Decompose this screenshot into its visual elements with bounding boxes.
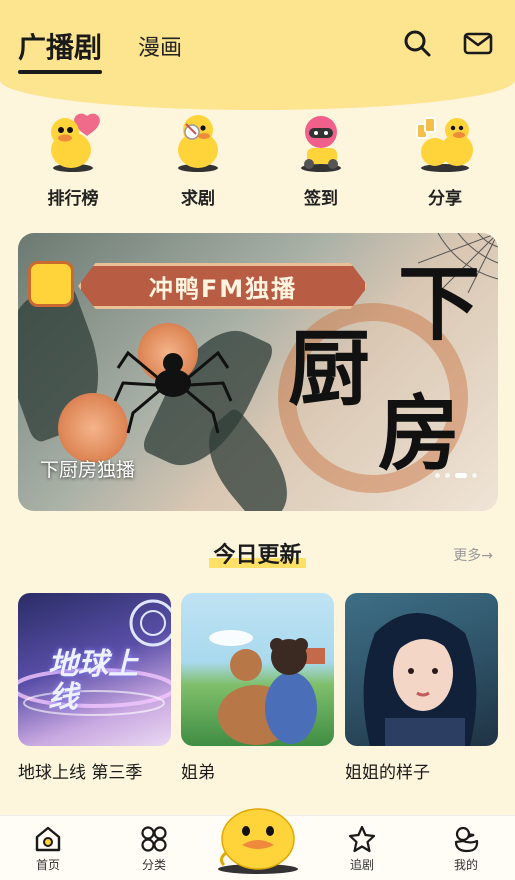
drama-title: 地球上线 第三季 [18,763,143,783]
duck-heart-icon [41,110,105,174]
drama-title: 姐弟 [181,763,215,783]
more-link[interactable]: 更多→ [453,545,493,565]
duck-helmet-icon [289,110,353,174]
carousel-indicator[interactable] [435,473,477,478]
shortcut-row: 排行榜 求剧 签到 分享 [0,110,515,215]
spider-icon [113,350,233,434]
app-logo [28,261,74,307]
nav-category[interactable]: 分类 [119,824,189,873]
shortcut-share[interactable]: 分享 [400,110,490,209]
banner-title-char: 房 [378,386,461,482]
drama-card[interactable]: 姐姐的样子 [345,593,498,783]
section-title: 今日更新 [0,537,515,569]
drama-title: 姐姐的样子 [345,763,430,783]
profile-duck-icon [454,826,479,853]
duck-cheers-icon [413,110,477,174]
top-bar: 广播剧 漫画 [0,0,515,90]
drama-cover [181,593,334,746]
category-icon [141,826,167,852]
shortcut-label: 排行榜 [47,189,99,209]
shortcut-request[interactable]: 求剧 [153,110,243,209]
shortcut-label: 签到 [304,189,338,209]
nav-label: 我的 [453,858,478,872]
nav-label: 首页 [35,858,60,872]
nav-label: 追剧 [349,858,374,872]
nav-follow[interactable]: 追剧 [327,824,397,873]
carousel-dot[interactable] [435,473,440,478]
update-list: 地球上线 地球上线 第三季 姐弟 姐姐的样子 [18,593,498,793]
section-title-text: 今日更新 [209,543,306,568]
featured-banner[interactable]: 冲鸭FM独播 下 厨 房 下厨房独播 [18,233,498,511]
drama-cover: 地球上线 [18,593,171,746]
home-icon [35,826,61,852]
nav-label: 分类 [141,858,166,872]
banner-title-char: 厨 [288,321,371,417]
banner-caption: 下厨房独播 [40,459,136,481]
drama-cover [345,593,498,746]
mail-icon[interactable] [463,28,493,58]
drama-card[interactable]: 地球上线 地球上线 第三季 [18,593,171,783]
shortcut-label: 分享 [428,189,462,209]
shortcut-checkin[interactable]: 签到 [276,110,366,209]
carousel-dot-active[interactable] [455,473,467,478]
cover-title: 地球上线 [48,647,138,715]
tab-comics[interactable]: 漫画 [138,30,182,62]
banner-strip: 冲鸭FM独播 [78,263,368,309]
shortcut-ranking[interactable]: 排行榜 [28,110,118,209]
nav-profile[interactable]: 我的 [431,824,501,873]
duck-mascot-icon[interactable] [212,795,304,875]
carousel-dot[interactable] [445,473,450,478]
drama-card[interactable]: 姐弟 [181,593,334,783]
tab-radio-drama[interactable]: 广播剧 [18,26,103,74]
nav-home[interactable]: 首页 [13,824,83,873]
duck-pray-icon [166,110,230,174]
shortcut-label: 求剧 [181,189,215,209]
banner-title-char: 下 [398,256,481,352]
search-icon[interactable] [402,28,432,58]
carousel-dot[interactable] [472,473,477,478]
star-icon [348,825,376,853]
